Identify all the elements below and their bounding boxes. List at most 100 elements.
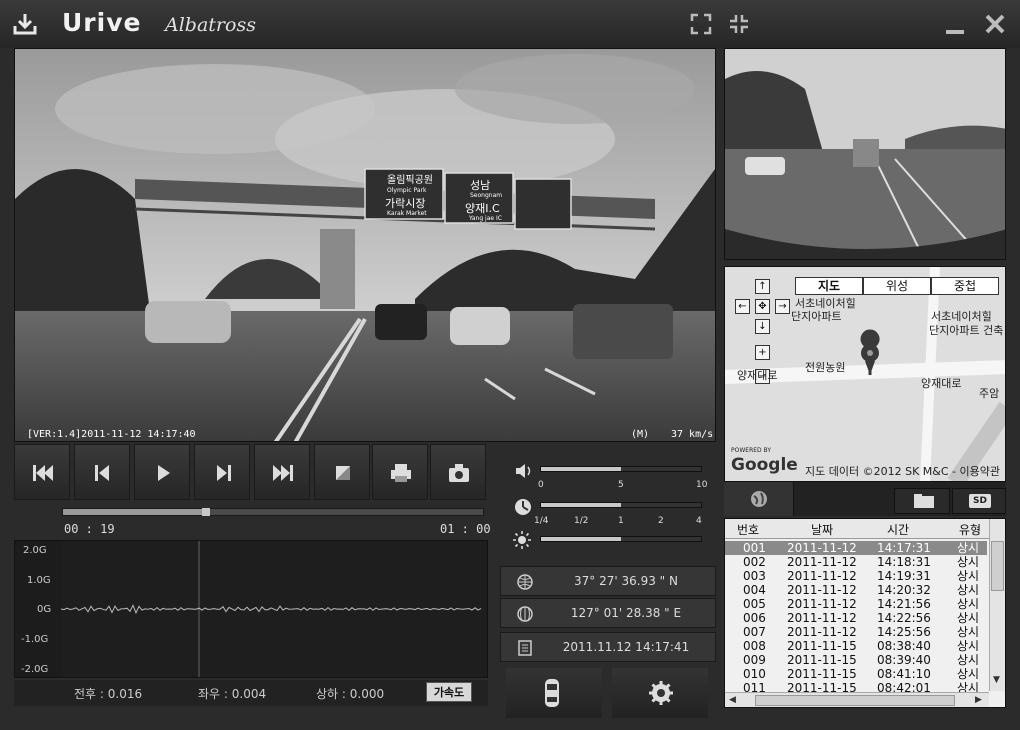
row-number: 006 [743,611,766,625]
gps-longitude-row: 127° 01' 28.38 " E [500,598,716,628]
row-date: 2011-11-12 [787,625,857,639]
stop-button[interactable] [314,444,370,500]
left-right-value: 좌우 : 0.004 [198,687,267,701]
col-header-time[interactable]: 시간 [887,521,909,538]
g-sensor-plot [61,541,487,677]
row-date: 2011-11-12 [787,569,857,583]
fullscreen-icon[interactable] [690,13,712,35]
previous-frame-button[interactable] [74,444,130,500]
tab-globe[interactable] [724,482,794,516]
row-date: 2011-11-15 [787,653,857,667]
panel-tab-strip: SD [724,482,1006,516]
latitude-value: 37° 27' 36.93 " N [574,574,678,588]
settings-button[interactable] [612,668,708,718]
map-tab-overlay[interactable]: 중첩 [931,277,999,295]
app-brand: Urive [62,8,142,37]
tab-folder[interactable] [894,488,950,514]
close-icon[interactable] [984,13,1006,35]
map-label-building-1b: 단지아파트 [791,310,842,323]
map-tab-map[interactable]: 지도 [795,277,863,295]
play-button[interactable] [134,444,190,500]
longitude-globe-icon [517,606,533,622]
pan-down-icon[interactable]: ↓ [755,319,770,334]
volume-slider[interactable] [540,466,702,472]
map-panel[interactable]: 지도 위성 중첩 ↑ ← ✥ → ↓ + − 서초네이처힐 단지아파트 서초네이… [724,266,1006,482]
table-row[interactable]: 005 2011-11-12 14:21:56 상시 [725,597,987,611]
sign-text-1: 올림픽공원 [387,174,433,186]
next-frame-icon [217,465,231,481]
table-row[interactable]: 004 2011-11-12 14:20:32 상시 [725,583,987,597]
scroll-thumb[interactable] [991,541,1004,591]
row-number: 004 [743,583,766,597]
next-frame-button[interactable] [194,444,250,500]
scroll-down-icon[interactable]: ▼ [993,675,1000,685]
pan-up-icon[interactable]: ↑ [755,279,770,294]
row-time: 14:22:56 [877,611,931,625]
table-row[interactable]: 009 2011-11-15 08:39:40 상시 [725,653,987,667]
pan-left-icon[interactable]: ← [735,299,750,314]
playback-speed-slider[interactable] [540,502,702,508]
acceleration-button[interactable]: 가속도 [426,682,472,702]
exit-fullscreen-icon[interactable] [728,13,750,35]
scroll-right-icon[interactable]: ▶ [975,695,982,705]
sign-text-7: 양재I.C [465,202,500,215]
volume-slider-fill [541,467,621,471]
gps-datetime-row: 2011.11.12 14:17:41 [500,632,716,662]
col-header-date[interactable]: 날짜 [811,521,833,538]
speed-readout: 37 km/s [671,429,713,440]
hscroll-thumb[interactable] [755,695,955,706]
minimize-icon[interactable] [944,14,966,36]
front-camera-video[interactable]: 올림픽공원 Olympic Park 가락시장 Karak Market 성남 … [14,48,716,442]
snapshot-button[interactable] [430,444,486,500]
zoom-in-icon[interactable]: + [755,345,770,360]
y-label-1g: 1.0G [27,575,51,586]
row-type: 상시 [957,653,980,667]
row-type: 상시 [957,625,980,639]
car-view-button[interactable] [506,668,602,718]
folder-icon [914,494,934,508]
scroll-left-icon[interactable]: ◀ [729,695,736,705]
row-date: 2011-11-15 [787,639,857,653]
skip-to-start-button[interactable] [14,444,70,500]
row-number: 005 [743,597,766,611]
playback-progress-fill [63,509,202,515]
pan-center-icon[interactable]: ✥ [755,299,770,314]
playback-progress-bar[interactable] [62,508,484,516]
gps-latitude-row: 37° 27' 36.93 " N [500,566,716,596]
recording-list[interactable]: 번호 날짜 시간 유형 001 2011-11-12 14:17:31 상시 002 20… [724,518,1006,708]
map-attribution[interactable]: 지도 데이터 ©2012 SK M&C - 이용약관 [805,463,1000,479]
row-date: 2011-11-12 [787,583,857,597]
total-time: 01 : 00 [440,522,491,536]
horizontal-scrollbar[interactable]: ◀ ▶ [725,692,989,707]
camera-icon [449,464,469,482]
table-row[interactable]: 001 2011-11-12 14:17:31 상시 [725,541,987,555]
globe-icon [751,491,767,507]
skip-to-start-icon [33,465,53,481]
skip-to-end-button[interactable] [254,444,310,500]
brightness-slider[interactable] [540,536,702,542]
tab-sd-card[interactable]: SD [952,488,1006,514]
pan-right-icon[interactable]: → [775,299,790,314]
map-tab-satellite[interactable]: 위성 [863,277,931,295]
col-header-type[interactable]: 유형 [959,521,981,538]
table-row[interactable]: 006 2011-11-12 14:22:56 상시 [725,611,987,625]
current-time: 00 : 19 [64,522,115,536]
download-icon[interactable] [12,12,38,36]
table-row[interactable]: 002 2011-11-12 14:18:31 상시 [725,555,987,569]
brightness-icon [513,531,531,549]
row-date: 2011-11-15 [787,667,857,681]
col-header-number[interactable]: 번호 [737,521,759,538]
table-row[interactable]: 008 2011-11-15 08:38:40 상시 [725,639,987,653]
print-button[interactable] [372,444,428,500]
table-row[interactable]: 003 2011-11-12 14:19:31 상시 [725,569,987,583]
table-row[interactable]: 007 2011-11-12 14:25:56 상시 [725,625,987,639]
sign-text-5: 성남 [470,179,490,192]
vertical-scrollbar[interactable]: ▼ [989,519,1005,691]
table-row[interactable]: 010 2011-11-15 08:41:10 상시 [725,667,987,681]
document-icon [518,640,532,656]
sd-card-icon: SD [969,494,991,508]
rear-camera-video[interactable] [724,48,1006,260]
volume-tick-5: 5 [618,480,624,490]
y-label-neg1g: -1.0G [21,634,49,645]
playback-progress-knob[interactable] [201,508,210,516]
